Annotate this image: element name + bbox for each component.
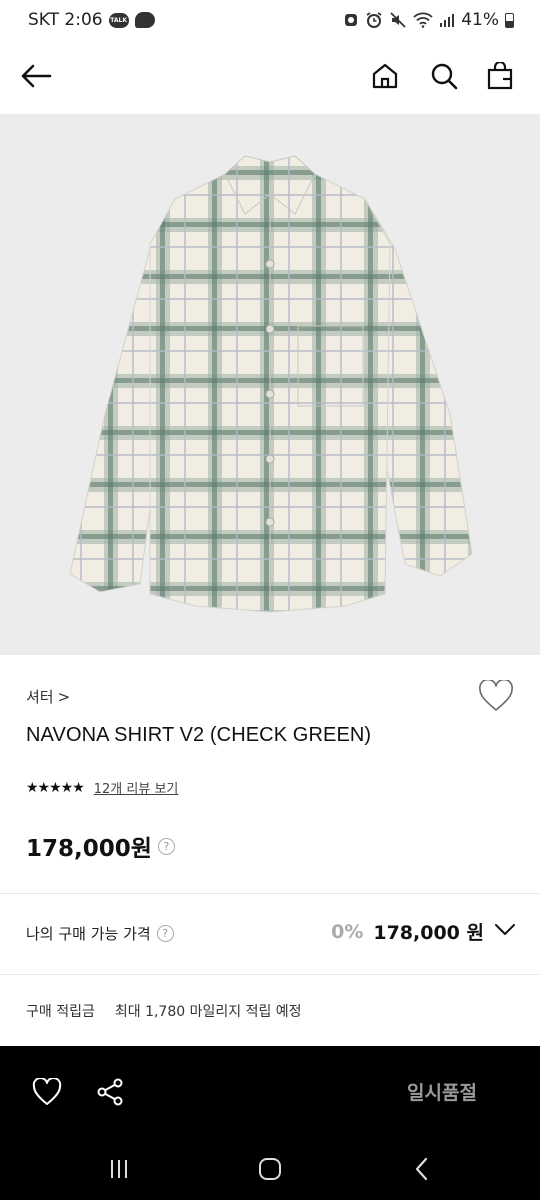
heart-icon[interactable] [29, 1074, 65, 1110]
my-price-value: 178,000 원 [373, 922, 484, 944]
soldout-button[interactable]: 일시품절 [407, 1078, 477, 1105]
battery-icon [505, 12, 514, 28]
discount-rate: 0% [331, 920, 364, 943]
share-icon[interactable] [92, 1074, 128, 1110]
kakaotalk-icon: TALK [108, 12, 129, 28]
status-left: SKT 2:06 TALK [28, 10, 155, 30]
search-icon[interactable] [424, 56, 464, 96]
rating: ★★★★★ 12개 리뷰 보기 [26, 778, 179, 798]
review-link[interactable]: 12개 리뷰 보기 [94, 778, 179, 797]
recycle-icon [343, 12, 359, 28]
mute-icon [389, 11, 407, 29]
my-price-row: 나의 구매 가능 가격 ? 0% 178,000 원 [0, 894, 540, 974]
points-row: 구매 적립금 최대 1,780 마일리지 적립 예정 [26, 1001, 302, 1021]
status-bar: SKT 2:06 TALK 41% [0, 0, 540, 40]
star-rating: ★★★★★ [26, 779, 85, 796]
help-circle-icon[interactable]: ? [157, 837, 175, 855]
points-value: 최대 1,780 마일리지 적립 예정 [114, 1004, 302, 1020]
status-right: 41% [343, 10, 514, 30]
system-nav-bar [0, 1138, 540, 1200]
home-circle-icon[interactable] [250, 1154, 290, 1184]
shopping-bag-icon[interactable] [480, 56, 520, 96]
price-value: 178,000원 [26, 836, 152, 862]
my-price-label: 나의 구매 가능 가격 ? [26, 923, 174, 944]
alarm-icon [365, 11, 383, 29]
help-circle-icon[interactable]: ? [156, 925, 174, 942]
shirt-illustration [69, 155, 473, 613]
price: 178,000원 ? [26, 829, 175, 863]
brand-link[interactable]: 셔터 > [26, 686, 70, 707]
back-arrow-icon[interactable] [16, 56, 56, 96]
wifi-icon [413, 12, 433, 28]
battery-percent: 41% [461, 10, 499, 30]
product-name: NAVONA SHIRT V2 (CHECK GREEN) [26, 724, 372, 746]
back-chevron-icon[interactable] [402, 1154, 442, 1184]
my-price-toggle[interactable]: 0% 178,000 원 [331, 918, 516, 945]
signal-icon [439, 12, 455, 28]
home-icon[interactable] [365, 56, 405, 96]
top-nav [0, 40, 540, 114]
wishlist-heart-icon[interactable] [478, 678, 516, 716]
divider [0, 974, 540, 975]
my-price-label-text: 나의 구매 가능 가격 [26, 925, 151, 943]
chat-icon [134, 12, 155, 28]
carrier-time: SKT 2:06 [28, 10, 103, 30]
recent-apps-icon[interactable] [99, 1154, 139, 1184]
chevron-right-icon: > [57, 687, 71, 706]
brand-name: 셔터 [26, 688, 54, 706]
chevron-down-icon [494, 922, 516, 941]
bottom-action-bar: 일시품절 [0, 1046, 540, 1138]
points-label: 구매 적립금 [26, 1004, 95, 1020]
product-image[interactable] [0, 114, 540, 655]
